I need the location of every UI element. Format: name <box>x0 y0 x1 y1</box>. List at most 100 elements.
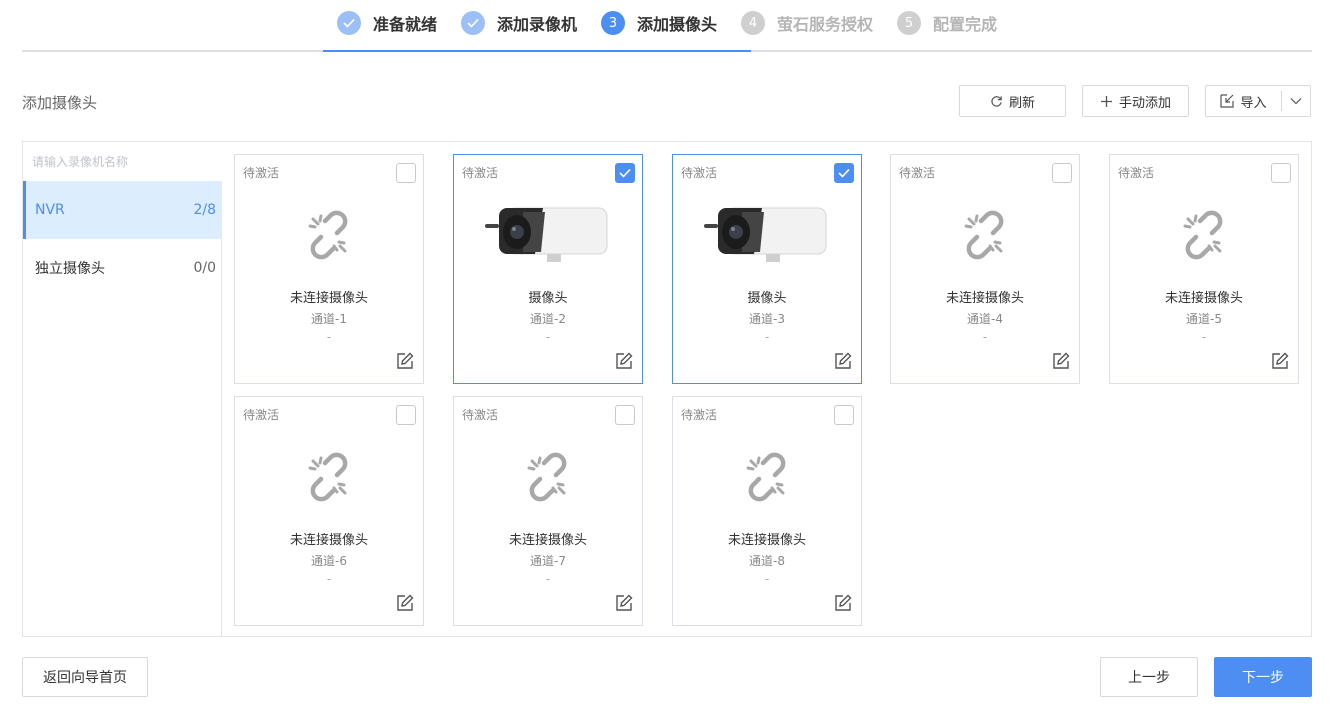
card-status: 待激活 <box>899 166 936 180</box>
card-checkbox[interactable] <box>396 405 416 425</box>
card-camera-name: 未连接摄像头 <box>727 533 806 548</box>
sidebar-item-standalone-camera[interactable]: 独立摄像头 0/0 <box>23 239 222 297</box>
edit-icon[interactable] <box>396 352 414 370</box>
step-1: 准备就绪 <box>337 11 437 35</box>
card-camera-name: 未连接摄像头 <box>508 533 587 548</box>
edit-icon[interactable] <box>1271 352 1289 370</box>
edit-icon[interactable] <box>834 352 852 370</box>
card-status: 待激活 <box>243 166 280 180</box>
card-checkbox[interactable] <box>834 405 854 425</box>
recorder-search-input[interactable] <box>23 142 222 181</box>
import-dropdown-toggle[interactable] <box>1282 94 1310 109</box>
step-label: 添加录像机 <box>497 15 578 34</box>
step-label: 萤石服务授权 <box>777 15 874 34</box>
back-to-wizard-home-button[interactable]: 返回向导首页 <box>22 657 148 697</box>
card-extra-info: - <box>764 330 770 344</box>
edit-icon[interactable] <box>615 594 633 612</box>
camera-card[interactable]: 待激活未连接摄像头 通道-1 - <box>234 154 424 384</box>
plus-icon <box>1100 95 1113 108</box>
camera-card[interactable]: 待激活摄像头通道-3 - <box>672 154 862 384</box>
edit-icon[interactable] <box>396 594 414 612</box>
card-camera-name: 摄像头 <box>747 291 787 306</box>
card-status: 待激活 <box>243 408 280 422</box>
unlinked-icon <box>454 437 642 517</box>
card-checkbox[interactable] <box>615 405 635 425</box>
section-title: 添加摄像头 <box>22 94 98 112</box>
unlinked-icon <box>235 437 423 517</box>
card-camera-name: 未连接摄像头 <box>1164 291 1243 306</box>
chevron-down-icon <box>1290 94 1302 109</box>
refresh-icon <box>990 95 1003 108</box>
camera-card[interactable]: 待激活未连接摄像头 通道-8 - <box>672 396 862 626</box>
manual-add-button[interactable]: 手动添加 <box>1082 85 1189 117</box>
step-label: 配置完成 <box>933 15 998 34</box>
refresh-button[interactable]: 刷新 <box>959 85 1066 117</box>
sidebar-item-label: NVR <box>35 202 65 218</box>
manual-add-label: 手动添加 <box>1118 95 1171 111</box>
card-channel: 通道-3 <box>749 312 785 326</box>
card-status: 待激活 <box>1118 166 1155 180</box>
camera-card[interactable]: 待激活未连接摄像头 通道-7 - <box>453 396 643 626</box>
card-channel: 通道-8 <box>749 554 785 568</box>
step-5: 5 配置完成 <box>897 11 997 35</box>
import-label: 导入 <box>1240 95 1267 111</box>
recorder-sidebar: NVR 2/8 独立摄像头 0/0 <box>23 142 222 636</box>
unlinked-icon <box>1110 195 1298 275</box>
card-extra-info: - <box>545 330 551 344</box>
card-checkbox[interactable] <box>615 163 635 183</box>
card-checkbox[interactable] <box>1271 163 1291 183</box>
sidebar-item-nvr[interactable]: NVR 2/8 <box>23 181 222 239</box>
step-label: 准备就绪 <box>373 15 438 34</box>
card-status: 待激活 <box>681 408 718 422</box>
previous-step-button[interactable]: 上一步 <box>1100 657 1198 697</box>
camera-card[interactable]: 待激活 摄像头 通道-2 - <box>453 154 643 384</box>
step-number: 3 <box>601 11 625 35</box>
check-icon <box>337 11 361 35</box>
import-button[interactable]: 导入 <box>1206 91 1282 111</box>
card-extra-info: - <box>326 572 332 586</box>
unlinked-icon <box>891 195 1079 275</box>
step-number: 4 <box>741 11 765 35</box>
card-channel: 通道-1 <box>311 312 347 326</box>
sidebar-item-count: 2/8 <box>193 202 216 218</box>
card-status: 待激活 <box>681 166 718 180</box>
card-channel: 通道-4 <box>967 312 1003 326</box>
step-number: 5 <box>897 11 921 35</box>
import-icon <box>1220 94 1235 108</box>
unlinked-icon <box>235 195 423 275</box>
edit-icon[interactable] <box>1052 352 1070 370</box>
import-button-group: 导入 <box>1205 85 1311 117</box>
next-step-button[interactable]: 下一步 <box>1214 657 1312 697</box>
refresh-label: 刷新 <box>1008 95 1035 111</box>
card-channel: 通道-6 <box>311 554 347 568</box>
card-camera-name: 未连接摄像头 <box>289 291 368 306</box>
stepper-active-indicator <box>323 50 751 52</box>
card-camera-name: 未连接摄像头 <box>945 291 1024 306</box>
card-extra-info: - <box>982 330 988 344</box>
step-3: 3 添加摄像头 <box>601 11 717 35</box>
step-2: 添加录像机 <box>461 11 577 35</box>
camera-image <box>673 195 861 275</box>
camera-image <box>454 195 642 275</box>
card-extra-info: - <box>1201 330 1207 344</box>
card-channel: 通道-7 <box>530 554 566 568</box>
edit-icon[interactable] <box>834 594 852 612</box>
card-channel: 通道-2 <box>530 312 566 326</box>
card-extra-info: - <box>326 330 332 344</box>
step-label: 添加摄像头 <box>637 15 718 34</box>
card-checkbox[interactable] <box>834 163 854 183</box>
sidebar-item-count: 0/0 <box>193 260 216 276</box>
unlinked-icon <box>673 437 861 517</box>
check-icon <box>461 11 485 35</box>
camera-card[interactable]: 待激活未连接摄像头 通道-5 - <box>1109 154 1299 384</box>
card-checkbox[interactable] <box>396 163 416 183</box>
card-extra-info: - <box>545 572 551 586</box>
card-channel: 通道-5 <box>1186 312 1222 326</box>
card-checkbox[interactable] <box>1052 163 1072 183</box>
card-status: 待激活 <box>462 408 499 422</box>
sidebar-item-label: 独立摄像头 <box>35 261 105 277</box>
edit-icon[interactable] <box>615 352 633 370</box>
camera-card[interactable]: 待激活未连接摄像头 通道-4 - <box>890 154 1080 384</box>
card-extra-info: - <box>764 572 770 586</box>
camera-card[interactable]: 待激活 未连接摄像头 通道-6 - <box>234 396 424 626</box>
